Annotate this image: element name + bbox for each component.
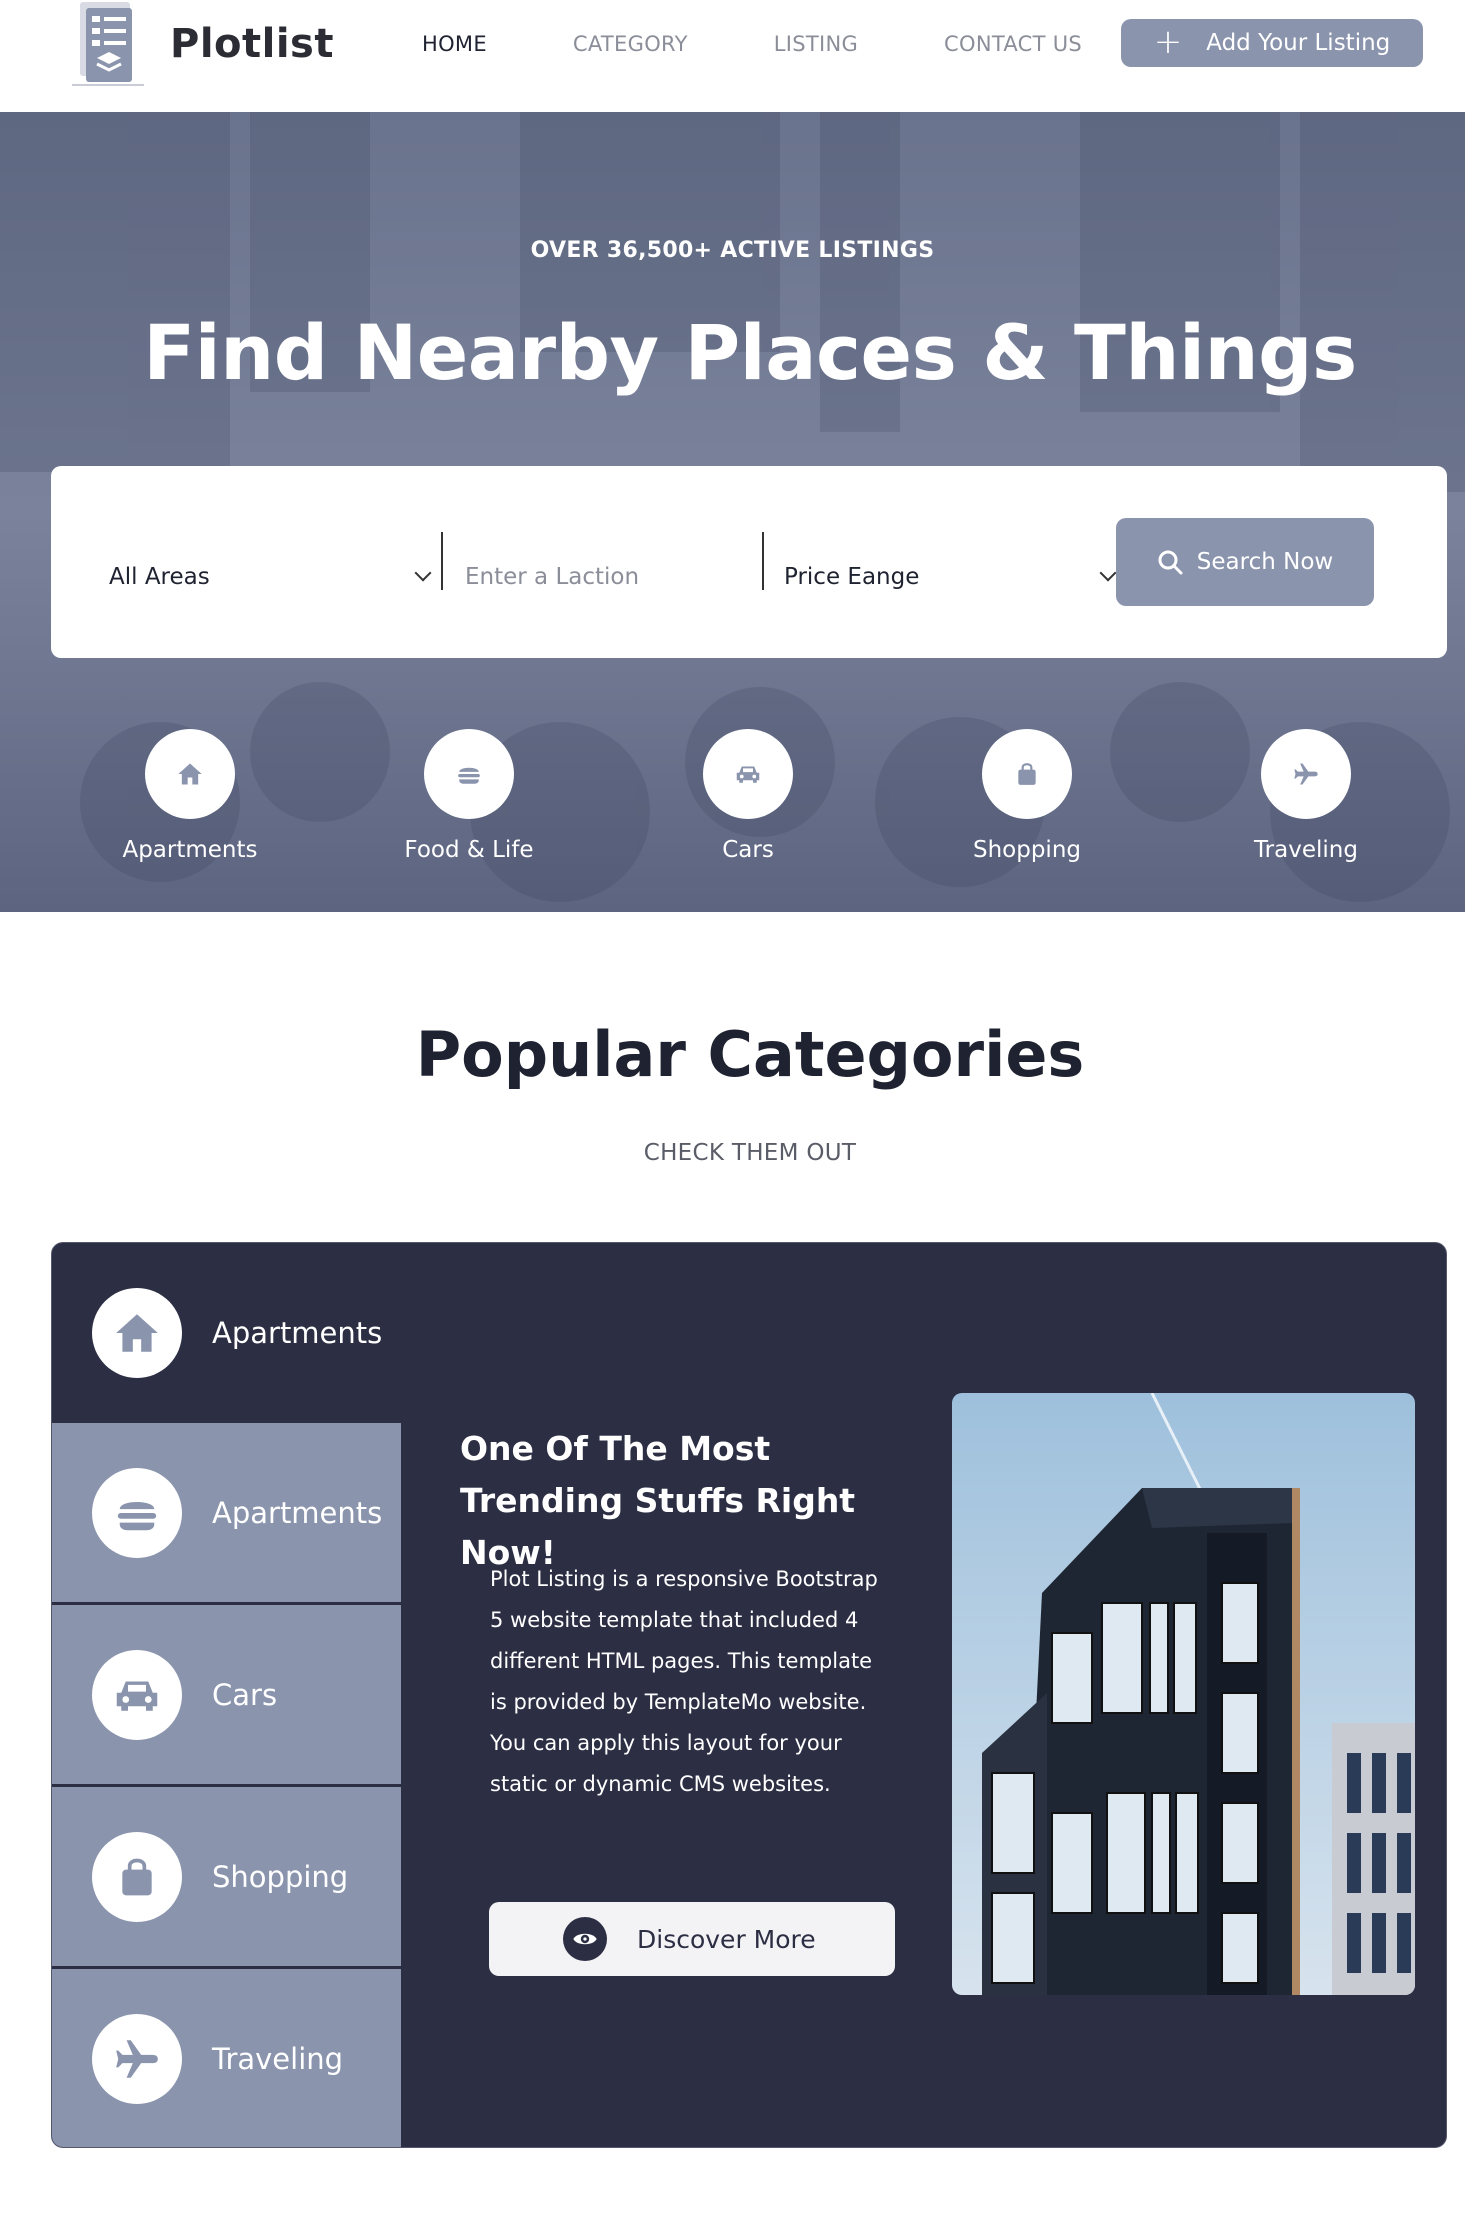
popular-categories-title: Popular Categories — [415, 1018, 1085, 1091]
plane-icon — [92, 2014, 182, 2104]
price-range-value: Price Eange — [784, 564, 920, 590]
discover-more-button[interactable]: Discover More — [489, 1902, 895, 1976]
area-select[interactable]: All Areas — [109, 549, 432, 605]
search-divider — [762, 532, 764, 590]
car-icon — [92, 1650, 182, 1740]
popular-categories-subtitle: CHECK THEM OUT — [643, 1140, 857, 1166]
search-form: All Areas Enter a Laction Price Eange Se… — [51, 466, 1447, 658]
tab-apartments[interactable]: Apartments — [52, 1243, 401, 1423]
tab-label: Traveling — [212, 2042, 344, 2076]
tab-traveling[interactable]: Traveling — [52, 1969, 401, 2147]
home-icon — [145, 729, 235, 819]
add-listing-button[interactable]: + Add Your Listing — [1121, 19, 1423, 67]
quick-category-apartments[interactable]: Apartments — [70, 729, 310, 863]
tab-food[interactable]: Apartments — [52, 1423, 401, 1603]
location-input[interactable]: Enter a Laction — [465, 549, 765, 605]
tab-label: Shopping — [212, 1860, 349, 1894]
trending-description: Plot Listing is a responsive Bootstrap 5… — [490, 1567, 878, 1796]
trending-title: One Of The Most Trending Stuffs Right No… — [460, 1429, 856, 1572]
nav-contact-us[interactable]: CONTACT US — [944, 32, 1082, 56]
location-input-placeholder: Enter a Laction — [465, 564, 640, 590]
plus-icon: + — [1153, 21, 1183, 62]
brand-logo[interactable]: Plotlist — [72, 0, 334, 88]
price-range-select[interactable]: Price Eange — [784, 549, 1117, 605]
popular-categories-panel: Apartments Apartments Cars Shopping Trav… — [51, 1242, 1447, 2148]
nav-category[interactable]: CATEGORY — [573, 32, 688, 56]
burger-icon — [424, 729, 514, 819]
shopping-bag-icon — [92, 1832, 182, 1922]
hero-eyebrow: OVER 36,500+ ACTIVE LISTINGS — [530, 238, 935, 263]
burger-icon — [92, 1468, 182, 1558]
nav-home[interactable]: HOME — [422, 32, 487, 56]
home-icon — [92, 1288, 182, 1378]
search-divider — [441, 532, 443, 590]
tab-label: Apartments — [212, 1316, 383, 1350]
hero-section: OVER 36,500+ ACTIVE LISTINGS Find Nearby… — [0, 112, 1465, 912]
quick-category-traveling[interactable]: Traveling — [1186, 729, 1426, 863]
tab-shopping[interactable]: Shopping — [52, 1787, 401, 1967]
add-listing-label: Add Your Listing — [1206, 30, 1391, 56]
tab-label: Apartments — [212, 1496, 383, 1530]
quick-category-shopping[interactable]: Shopping — [907, 729, 1147, 863]
chevron-down-icon — [414, 564, 432, 582]
chevron-down-icon — [1099, 564, 1117, 582]
search-icon — [1158, 550, 1183, 575]
quick-category-label: Cars — [722, 837, 774, 863]
tab-cars[interactable]: Cars — [52, 1605, 401, 1785]
plane-icon — [1261, 729, 1351, 819]
area-select-value: All Areas — [109, 564, 210, 590]
tab-label: Cars — [212, 1678, 278, 1712]
search-now-label: Search Now — [1196, 549, 1334, 575]
logo-document-icon — [72, 2, 144, 86]
shopping-bag-icon — [982, 729, 1072, 819]
brand-name: Plotlist — [170, 21, 334, 67]
quick-category-label: Shopping — [972, 837, 1081, 863]
nav-listing[interactable]: LISTING — [774, 32, 858, 56]
eye-icon — [563, 1917, 607, 1961]
building-photo — [952, 1393, 1415, 1995]
quick-category-cars[interactable]: Cars — [628, 729, 868, 863]
car-icon — [703, 729, 793, 819]
site-header: Plotlist HOME CATEGORY LISTING CONTACT U… — [0, 0, 1465, 112]
hero-title: Find Nearby Places & Things — [143, 308, 1357, 397]
discover-more-label: Discover More — [637, 1924, 816, 1954]
quick-category-label: Apartments — [122, 837, 258, 863]
quick-category-food-life[interactable]: Food & Life — [349, 729, 589, 863]
quick-category-label: Food & Life — [404, 837, 534, 863]
main-nav: HOME CATEGORY LISTING CONTACT US — [422, 0, 1168, 88]
quick-category-label: Traveling — [1254, 837, 1358, 863]
quick-categories: Apartments Food & Life Cars Shopping Tra… — [0, 729, 1465, 889]
search-now-button[interactable]: Search Now — [1116, 518, 1374, 606]
